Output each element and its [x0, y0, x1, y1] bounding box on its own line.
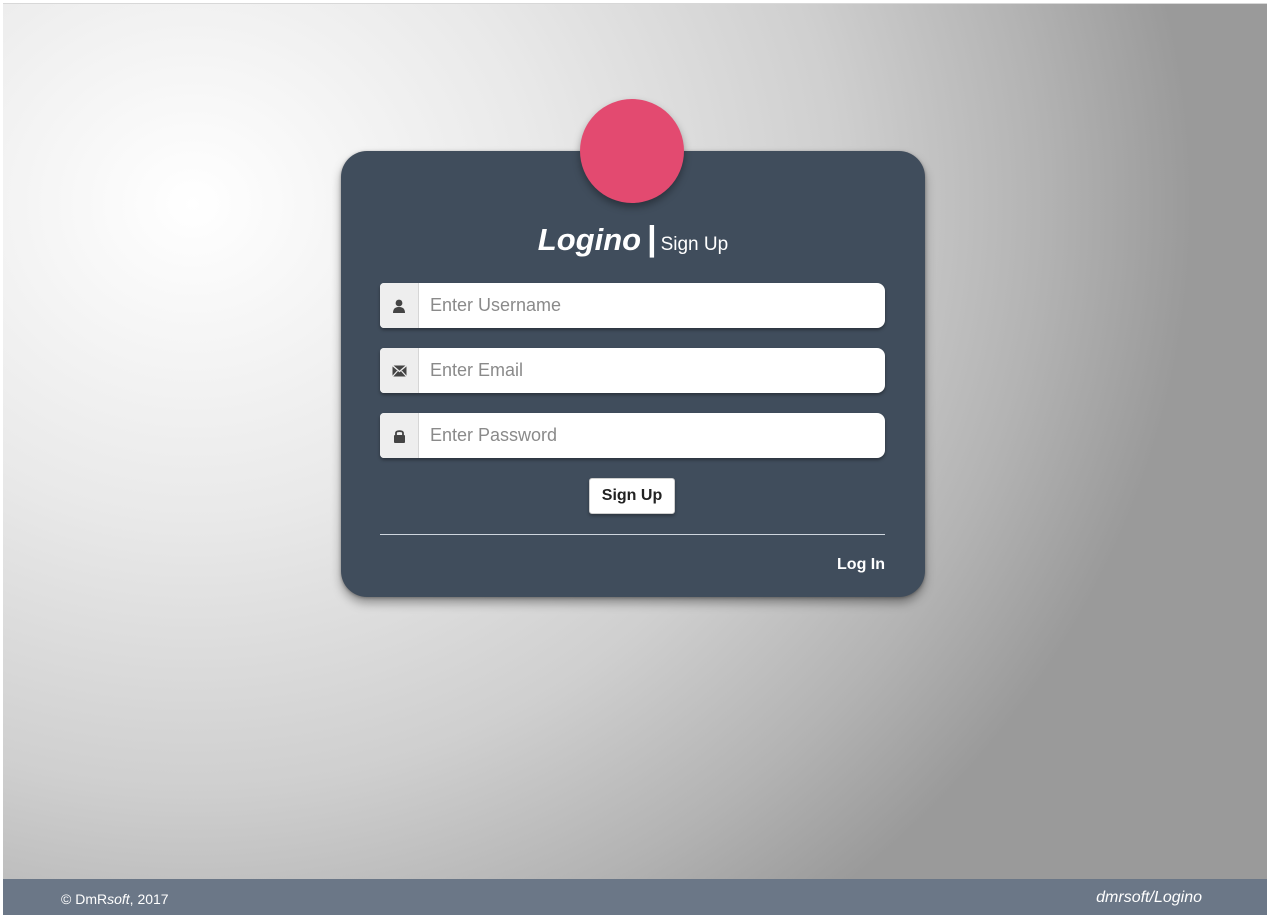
user-icon: [380, 283, 419, 328]
copyright-prefix: © DmR: [61, 891, 108, 907]
lock-icon: [380, 413, 419, 458]
copyright-suffix: , 2017: [129, 891, 169, 907]
email-input[interactable]: [419, 348, 880, 393]
password-field: [380, 413, 885, 458]
username-input[interactable]: [419, 283, 880, 328]
form-subtitle: Sign Up: [660, 234, 729, 255]
copyright-soft: soft: [107, 891, 130, 907]
password-input[interactable]: [419, 413, 880, 458]
login-link[interactable]: Log In: [837, 556, 885, 574]
username-field: [380, 283, 885, 328]
divider: [380, 534, 885, 535]
email-field: [380, 348, 885, 393]
footer-bar: © DmRsoft, 2017 dmrsoft/Logino: [3, 879, 1267, 915]
title-separator: |: [647, 220, 657, 258]
brand-name: Logino: [537, 222, 642, 257]
repo-link[interactable]: dmrsoft/Logino: [1096, 889, 1202, 907]
envelope-icon: [380, 348, 419, 393]
avatar-circle: [580, 99, 684, 203]
card-title: Logino | Sign Up: [341, 220, 925, 259]
signup-button[interactable]: Sign Up: [589, 478, 675, 514]
copyright-text: © DmRsoft, 2017: [61, 891, 169, 907]
